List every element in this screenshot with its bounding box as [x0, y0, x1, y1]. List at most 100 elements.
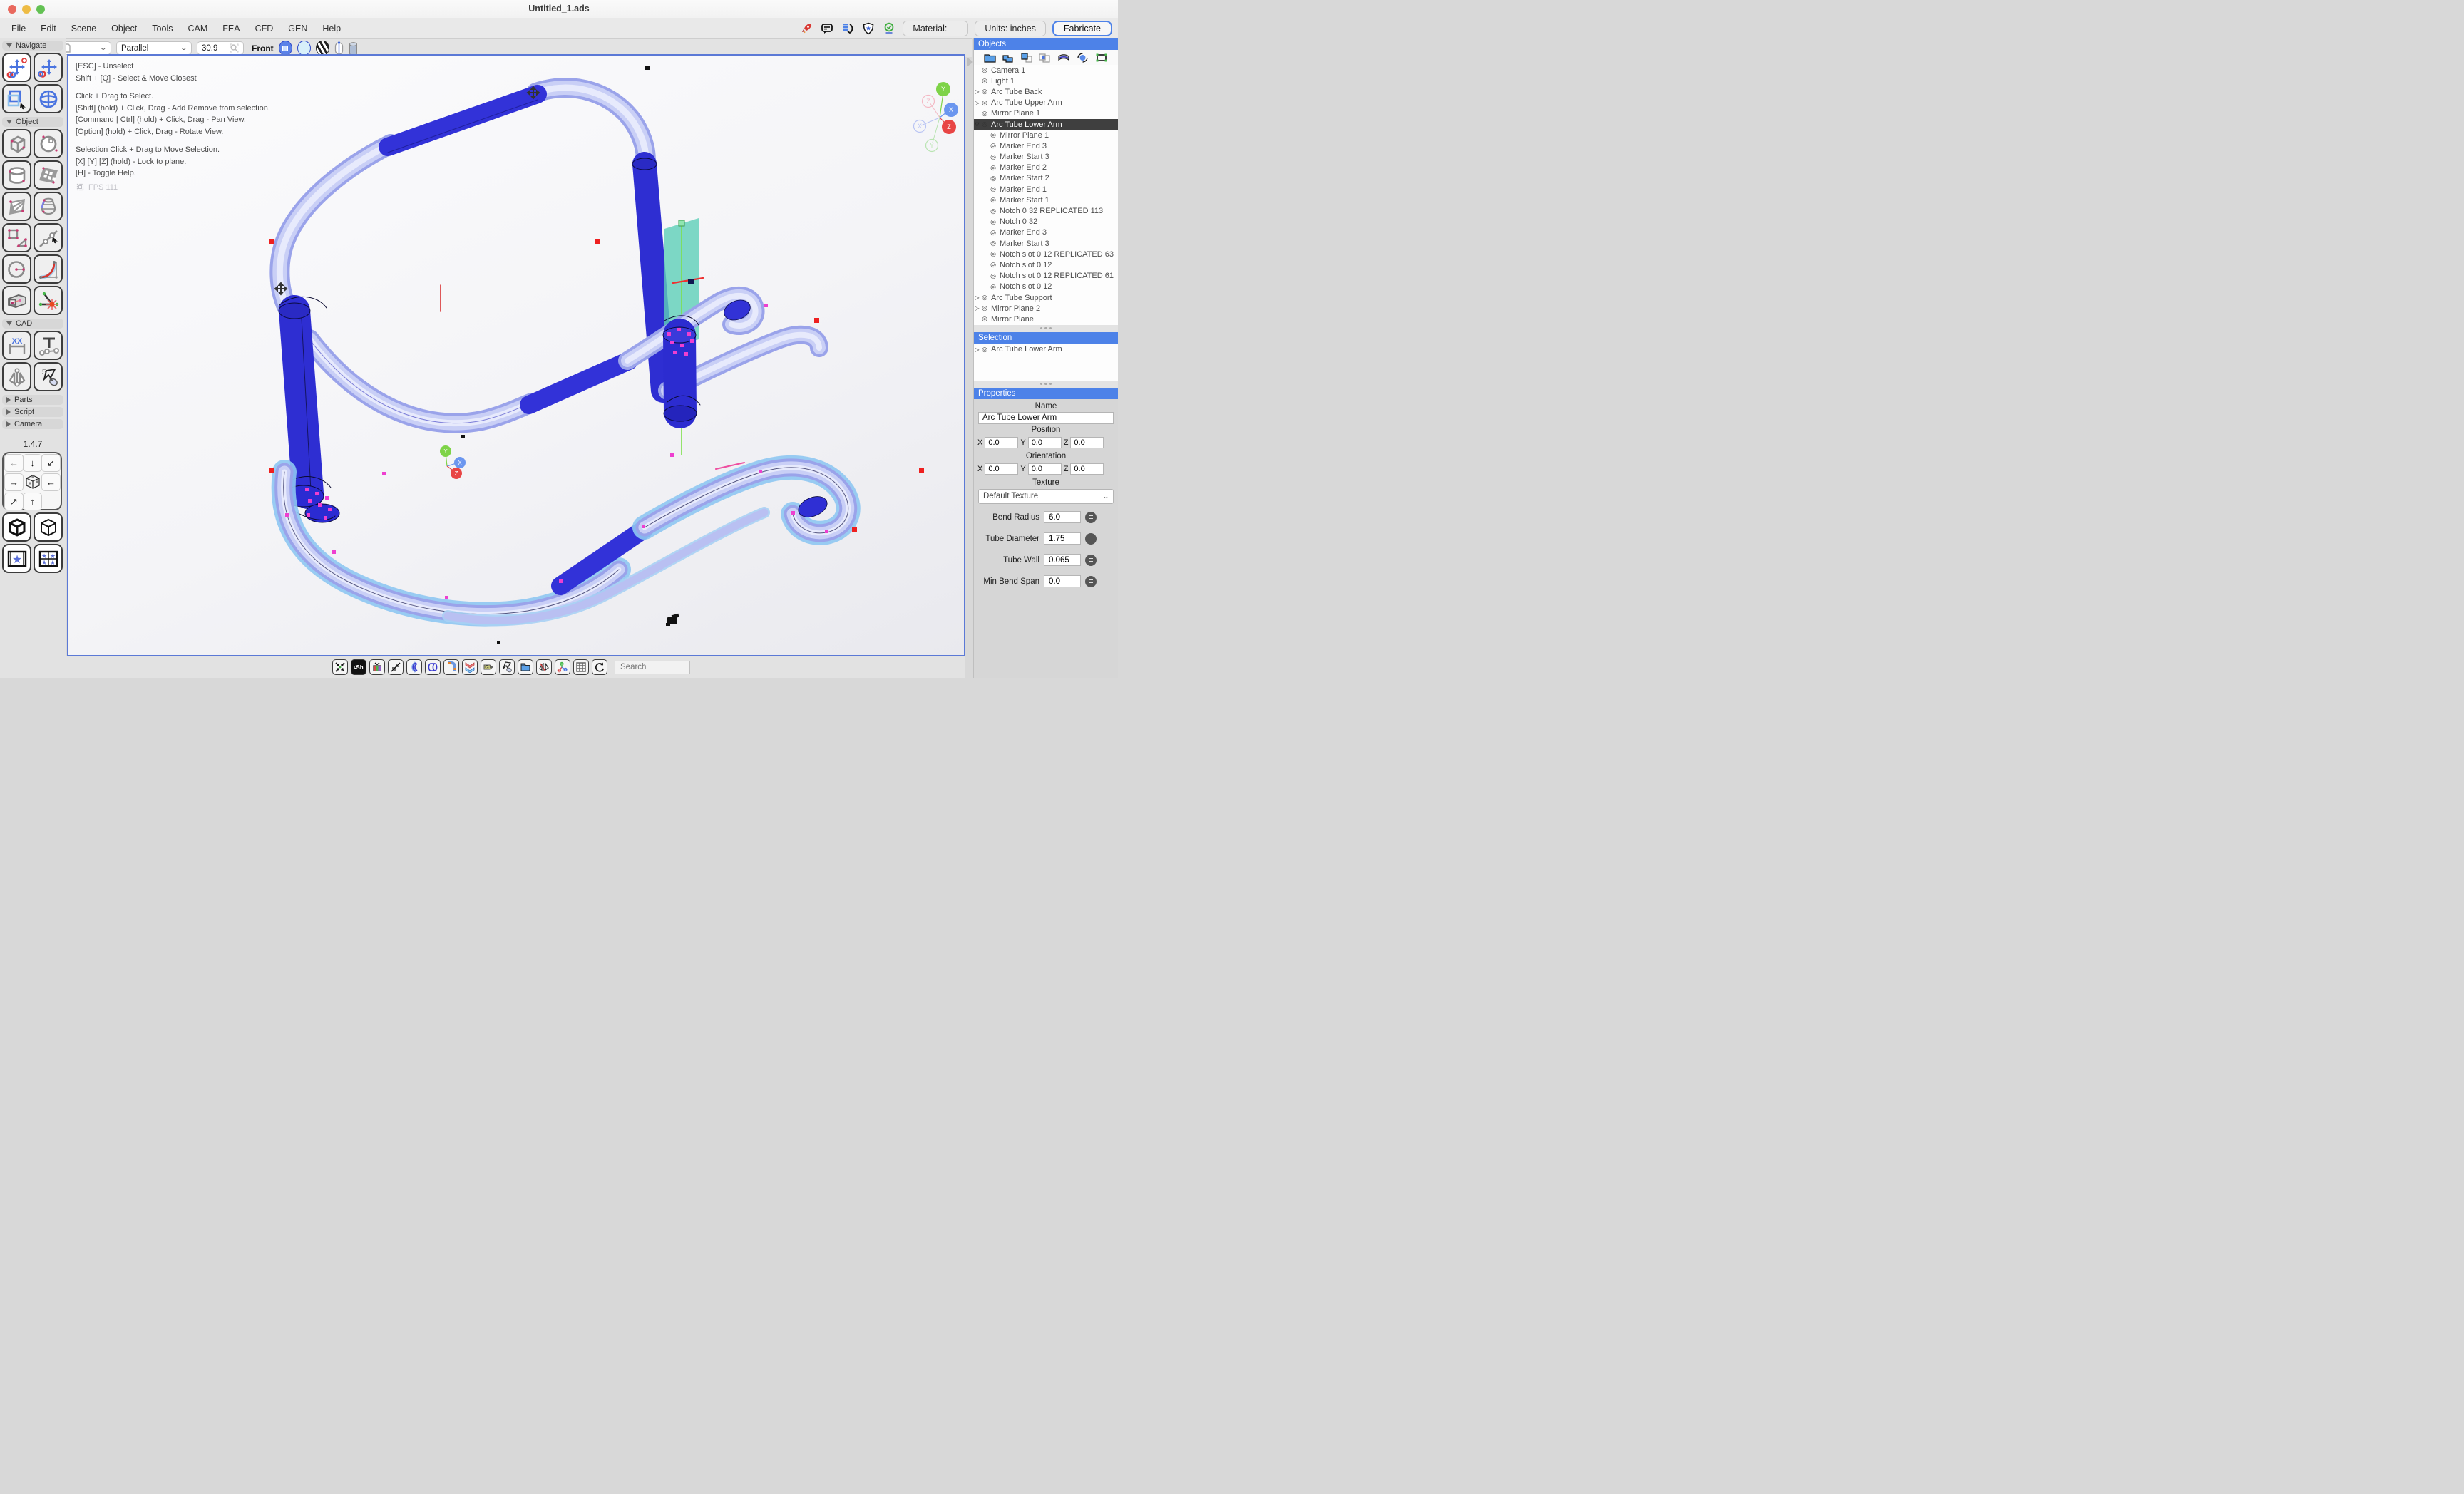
tube-diameter-field[interactable]	[1044, 532, 1081, 545]
nav-down-icon[interactable]: ↓	[23, 454, 42, 472]
tree-row[interactable]: ▷ ◎ Arc Tube Back	[974, 86, 1118, 97]
section-navigate[interactable]: Navigate	[2, 41, 63, 51]
menu-scene[interactable]: Scene	[71, 24, 96, 34]
render-tv-icon[interactable]	[369, 659, 385, 675]
curve-edit-icon[interactable]	[34, 223, 63, 252]
quad-view-icon[interactable]: ★★★★	[34, 544, 63, 573]
search-input[interactable]	[615, 661, 690, 674]
nav-down-left-icon[interactable]: ↙	[41, 454, 61, 472]
position-x-field[interactable]	[985, 437, 1018, 448]
min-bend-span-stepper[interactable]	[1085, 576, 1097, 587]
view-nav-pad[interactable]: ← ↓ ↙ → ← ↗ ↑	[2, 452, 62, 510]
object-visibility-icon[interactable]: ◎	[989, 196, 997, 204]
tag-icon[interactable]: G	[481, 659, 496, 675]
object-visibility-icon[interactable]: ◎	[989, 272, 997, 280]
units-button[interactable]: Units: inches	[975, 21, 1046, 36]
feedback-list-icon[interactable]	[841, 21, 855, 36]
section-object[interactable]: Object	[2, 117, 63, 127]
collapse-panel-icon[interactable]	[967, 57, 973, 67]
section-parts[interactable]: Parts	[2, 395, 63, 405]
menu-gen[interactable]: GEN	[288, 24, 307, 34]
axis-gizmo-icon[interactable]: YZX	[555, 659, 570, 675]
object-visibility-icon[interactable]: ◎	[980, 77, 989, 85]
window-controls[interactable]	[8, 5, 45, 14]
tree-row[interactable]: ▷ ◎ Mirror Plane 2	[974, 303, 1118, 314]
object-visibility-icon[interactable]: ◎	[980, 120, 989, 128]
polygon-icon[interactable]	[2, 223, 31, 252]
center-view-icon[interactable]	[332, 659, 348, 675]
wireframe-view-icon[interactable]	[297, 41, 311, 56]
menu-file[interactable]: File	[11, 24, 26, 34]
object-visibility-icon[interactable]: ◎	[980, 110, 989, 118]
tree-row[interactable]: ▷ ◎ Arc Tube Support	[974, 292, 1118, 303]
minimize-window-icon[interactable]	[22, 5, 31, 14]
tree-row[interactable]: ▽ ◎ Arc Tube Lower Arm	[974, 119, 1118, 130]
elbow-tube-icon[interactable]	[443, 659, 459, 675]
bend-radius-stepper[interactable]	[1085, 512, 1097, 523]
close-window-icon[interactable]	[8, 5, 16, 14]
light-icon[interactable]	[34, 286, 63, 315]
menu-cfd[interactable]: CFD	[255, 24, 274, 34]
section-cad[interactable]: CAD	[2, 319, 63, 329]
mesh-plane-icon[interactable]	[2, 192, 31, 221]
cube-solid-icon[interactable]	[2, 512, 31, 542]
tree-row[interactable]: ◎ Marker End 1	[974, 184, 1118, 195]
box-tube-icon[interactable]	[2, 286, 31, 315]
viewport-3d[interactable]: Z X Y Y X Z Y X Z [ESC] - UnselectShift …	[67, 54, 965, 656]
grid-icon[interactable]	[573, 659, 589, 675]
lasso-tube-icon[interactable]	[499, 659, 515, 675]
object-visibility-icon[interactable]: ◎	[989, 207, 997, 215]
tube-diameter-stepper[interactable]	[1085, 533, 1097, 545]
zebra-view-icon[interactable]	[316, 41, 329, 56]
object-visibility-icon[interactable]: ◎	[989, 250, 997, 258]
straight-tube-icon[interactable]	[425, 659, 441, 675]
texture-dropdown[interactable]: Default Texture ⌄	[978, 489, 1114, 504]
name-field[interactable]	[978, 412, 1114, 424]
rocket-icon[interactable]	[799, 21, 813, 36]
expander-icon[interactable]: ▷	[974, 88, 980, 95]
menu-edit[interactable]: Edit	[41, 24, 56, 34]
object-visibility-icon[interactable]: ◎	[989, 185, 997, 193]
object-visibility-icon[interactable]: ◎	[989, 153, 997, 161]
object-visibility-icon[interactable]: ◎	[980, 66, 989, 74]
projection-dropdown[interactable]: Parallel ⌄	[116, 41, 192, 55]
tree-row[interactable]: ◎ Mirror Plane 1	[974, 130, 1118, 140]
menu-object[interactable]: Object	[111, 24, 137, 34]
bounds-icon[interactable]	[1095, 53, 1108, 63]
mirror-icon[interactable]	[2, 362, 31, 391]
move-icon[interactable]	[34, 53, 63, 82]
object-visibility-icon[interactable]: ◎	[989, 218, 997, 226]
orientation-z-field[interactable]	[1070, 463, 1104, 475]
object-visibility-icon[interactable]: ◎	[989, 283, 997, 291]
object-visibility-icon[interactable]: ◎	[980, 346, 989, 354]
object-visibility-icon[interactable]: ◎	[989, 131, 997, 139]
new-folder-icon[interactable]	[984, 53, 996, 63]
zoom-field[interactable]: 30.9	[197, 41, 244, 55]
box-select-icon[interactable]	[2, 84, 31, 113]
tree-row[interactable]: ◎ Mirror Plane	[974, 314, 1118, 324]
expander-icon[interactable]: ▷	[974, 294, 980, 301]
lathe-icon[interactable]	[34, 192, 63, 221]
tree-row[interactable]: ◎ Marker Start 2	[974, 173, 1118, 184]
menu-tools[interactable]: Tools	[152, 24, 173, 34]
menu-help[interactable]: Help	[322, 24, 341, 34]
tree-row[interactable]: ◎ Marker End 2	[974, 163, 1118, 173]
nav-up-right-icon[interactable]: ↗	[4, 493, 24, 510]
object-visibility-icon[interactable]: ◎	[989, 175, 997, 182]
grid-plane-icon[interactable]	[34, 160, 63, 190]
cube-wire-icon[interactable]	[34, 512, 63, 542]
tree-row[interactable]: ◎ Marker Start 3	[974, 238, 1118, 249]
tree-row[interactable]: ◎ Marker End 3	[974, 140, 1118, 151]
fabricate-button[interactable]: Fabricate	[1052, 21, 1112, 36]
section-camera[interactable]: Camera	[2, 419, 63, 429]
min-bend-span-field[interactable]	[1044, 575, 1081, 587]
shaded-view-icon[interactable]	[279, 41, 292, 56]
nav-up-icon[interactable]: ↑	[23, 493, 42, 510]
sphere-icon[interactable]	[34, 129, 63, 158]
expander-icon[interactable]: ▷	[974, 305, 980, 311]
intersect-icon[interactable]	[1039, 53, 1051, 63]
tree-row[interactable]: ▷ ◎ Arc Tube Lower Arm	[974, 344, 1118, 356]
bend-radius-field[interactable]	[1044, 511, 1081, 523]
bend-tube-icon[interactable]	[406, 659, 422, 675]
menu-cam[interactable]: CAM	[188, 24, 207, 34]
